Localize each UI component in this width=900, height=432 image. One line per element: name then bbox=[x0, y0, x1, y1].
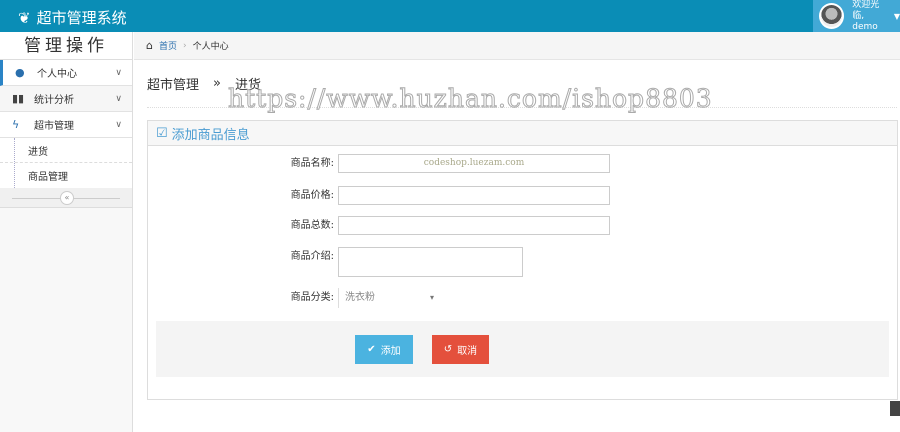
panel-title: 添加商品信息 bbox=[171, 127, 250, 143]
scroll-top-button[interactable] bbox=[890, 401, 900, 416]
desc-label: 商品介绍: bbox=[290, 251, 334, 262]
sidebar-item-personal[interactable]: ● 个人中心 ∨ bbox=[0, 60, 132, 86]
page-separator: » bbox=[213, 76, 221, 91]
price-label: 商品价格: bbox=[290, 190, 334, 201]
user-menu[interactable]: 欢迎光临, demo ▼ bbox=[813, 0, 900, 32]
add-button[interactable]: ✔ 添加 bbox=[355, 335, 413, 364]
page-header: 超市管理 » 进货 bbox=[147, 74, 261, 93]
chevron-down-icon: ∨ bbox=[115, 119, 122, 130]
check-square-icon: ☑ bbox=[156, 125, 168, 141]
divider bbox=[147, 107, 897, 108]
chevron-down-icon: ∨ bbox=[115, 67, 122, 78]
undo-icon: ↺ bbox=[443, 344, 453, 355]
sidebar-title: 管理操作 bbox=[0, 32, 132, 60]
brand[interactable]: ❦ 超市管理系统 bbox=[18, 7, 127, 28]
leaf-icon: ❦ bbox=[18, 8, 31, 27]
watermark: https://www.huzhan.com/ishop8803 bbox=[228, 84, 713, 114]
price-input[interactable] bbox=[338, 186, 610, 205]
user-icon: ● bbox=[15, 66, 25, 79]
collapse-icon[interactable]: « bbox=[60, 191, 74, 205]
check-icon: ✔ bbox=[367, 344, 376, 355]
category-select[interactable]: 洗衣粉 bbox=[338, 288, 438, 308]
sidebar-subitem-goods[interactable]: 商品管理 bbox=[0, 163, 132, 188]
subitem-label: 商品管理 bbox=[28, 172, 68, 183]
caret-down-icon: ▼ bbox=[893, 11, 900, 21]
avatar bbox=[819, 3, 845, 29]
username: demo bbox=[852, 21, 878, 32]
home-icon: ⌂ bbox=[146, 39, 153, 52]
sidebar-item-label: 个人中心 bbox=[37, 69, 77, 80]
breadcrumb-home[interactable]: 首页 bbox=[159, 39, 177, 52]
breadcrumb-current: 个人中心 bbox=[192, 42, 229, 52]
sidebar: 管理操作 ● 个人中心 ∨ ▮▮ 统计分析 ∨ ϟ 超市管理 ∨ 进货 商品管理 « bbox=[0, 32, 133, 432]
name-label: 商品名称: bbox=[290, 158, 334, 169]
watermark: codeshop.luezam.com bbox=[423, 158, 525, 168]
desc-textarea[interactable] bbox=[338, 247, 523, 277]
bolt-icon: ϟ bbox=[12, 118, 20, 131]
bar-chart-icon: ▮▮ bbox=[12, 92, 25, 105]
breadcrumb: ⌂ 首页 › 个人中心 bbox=[134, 32, 900, 60]
page-section: 超市管理 bbox=[147, 78, 200, 93]
sidebar-collapse[interactable]: « bbox=[0, 188, 132, 208]
category-label: 商品分类: bbox=[290, 292, 334, 303]
cancel-button[interactable]: ↺ 取消 bbox=[432, 335, 489, 364]
sidebar-item-market[interactable]: ϟ 超市管理 ∨ bbox=[0, 112, 132, 138]
sidebar-subitem-purchase[interactable]: 进货 bbox=[0, 138, 132, 163]
page-title: 进货 bbox=[234, 78, 261, 93]
sidebar-item-label: 统计分析 bbox=[34, 95, 74, 106]
name-input[interactable]: codeshop.luezam.com bbox=[338, 154, 610, 173]
category-value: 洗衣粉 bbox=[345, 292, 375, 303]
add-label: 添加 bbox=[380, 346, 401, 357]
count-label: 商品总数: bbox=[290, 220, 334, 231]
subitem-label: 进货 bbox=[28, 146, 48, 158]
add-goods-panel: ☑ 添加商品信息 商品名称: codeshop.luezam.com 商品价格: 商… bbox=[147, 120, 898, 400]
count-input[interactable] bbox=[338, 216, 610, 235]
panel-header: ☑ 添加商品信息 bbox=[148, 121, 897, 146]
app-title: 超市管理系统 bbox=[36, 9, 127, 27]
breadcrumb-separator: › bbox=[183, 40, 187, 51]
sidebar-item-stats[interactable]: ▮▮ 统计分析 ∨ bbox=[0, 86, 132, 112]
chevron-down-icon: ∨ bbox=[115, 93, 122, 104]
form-actions: ✔ 添加 ↺ 取消 bbox=[156, 321, 889, 377]
sidebar-item-label: 超市管理 bbox=[34, 121, 74, 132]
cancel-label: 取消 bbox=[457, 346, 478, 357]
greeting: 欢迎光临, bbox=[852, 0, 880, 21]
top-bar: ❦ 超市管理系统 欢迎光临, demo ▼ bbox=[0, 0, 900, 32]
